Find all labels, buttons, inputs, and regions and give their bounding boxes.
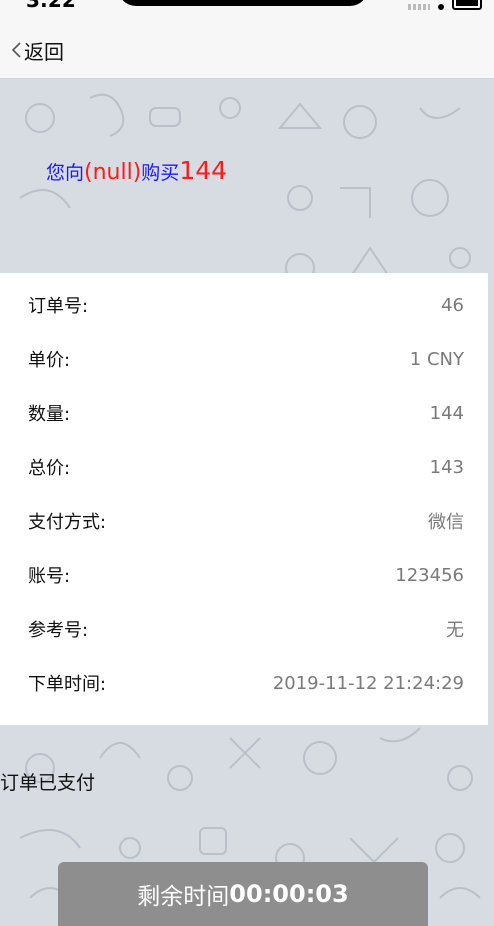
- reference-number-label: 参考号:: [28, 620, 89, 641]
- quantity-value: 144: [429, 402, 464, 424]
- wifi-icon: [438, 4, 444, 10]
- message-verb: 购买: [141, 162, 180, 184]
- order-time-value: 2019-11-12 21:24:29: [272, 672, 464, 694]
- detail-row-reference-number: 参考号: 无: [0, 602, 488, 656]
- battery-icon: [452, 0, 482, 10]
- account-value: 123456: [395, 564, 464, 586]
- account-label: 账号:: [28, 566, 71, 587]
- quantity-label: 数量:: [28, 404, 71, 425]
- back-button[interactable]: 返回: [10, 36, 64, 65]
- detail-row-order-time: 下单时间: 2019-11-12 21:24:29: [0, 656, 488, 710]
- reference-number-value: 无: [446, 620, 464, 641]
- chevron-left-icon: [11, 42, 21, 58]
- message-prefix: 您向: [46, 162, 85, 184]
- total-price-value: 143: [429, 456, 464, 478]
- order-status-text: 订单已支付: [0, 772, 96, 794]
- detail-row-order-number: 订单号: 46: [0, 278, 488, 332]
- order-details-card: 订单号: 46 单价: 1 CNY 数量: 144 总价: 143 支付方式: …: [0, 273, 488, 725]
- countdown-timer-button[interactable]: 剩余时间 00:00:03: [58, 862, 428, 926]
- payment-method-value: 微信: [428, 512, 464, 533]
- nav-bar: 返回: [0, 22, 494, 79]
- payment-method-label: 支付方式:: [28, 512, 107, 533]
- signal-icon: [408, 4, 430, 10]
- purchase-quantity: 144: [179, 156, 228, 185]
- status-bar: 3:22: [0, 0, 494, 22]
- order-number-value: 46: [441, 294, 464, 316]
- total-price-label: 总价:: [28, 458, 71, 479]
- detail-row-total-price: 总价: 143: [0, 440, 488, 494]
- timer-value: 00:00:03: [229, 880, 349, 908]
- status-indicators: [408, 0, 482, 10]
- order-time-label: 下单时间:: [28, 674, 107, 695]
- back-label: 返回: [24, 39, 64, 64]
- purchase-message: 您向 (null) 购买 144: [46, 156, 227, 185]
- device-notch: [118, 0, 368, 6]
- detail-row-unit-price: 单价: 1 CNY: [0, 332, 488, 386]
- order-number-label: 订单号:: [28, 296, 89, 317]
- status-time: 3:22: [26, 0, 76, 12]
- unit-price-value: 1 CNY: [409, 348, 464, 370]
- detail-row-quantity: 数量: 144: [0, 386, 488, 440]
- detail-row-payment-method: 支付方式: 微信: [0, 494, 488, 548]
- unit-price-label: 单价:: [28, 350, 71, 371]
- detail-row-account: 账号: 123456: [0, 548, 488, 602]
- seller-name: (null): [84, 160, 142, 185]
- timer-label: 剩余时间: [137, 884, 230, 910]
